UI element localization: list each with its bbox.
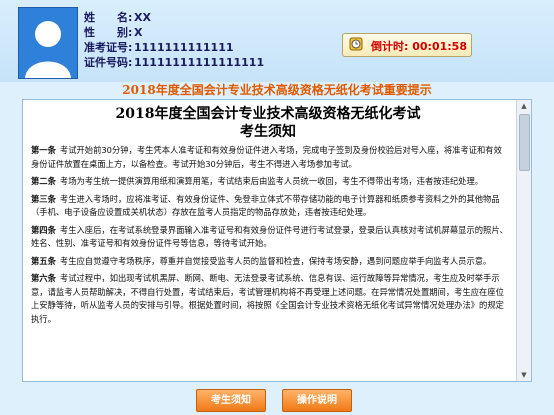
id-value: 11111111111111111 xyxy=(134,56,265,69)
candidate-info: 姓 名: XX 性 别: X 准考证号: 1111111111111 证件号码: 111… xyxy=(84,10,264,70)
name-label: 姓 名: xyxy=(84,11,133,24)
article-2: 第二条 考场为考生统一提供演算用纸和演算用笔，考试结束后由监考人员统一收回，考生不… xyxy=(31,175,509,189)
name-row: 姓 名: XX xyxy=(84,10,264,25)
id-row: 证件号码: 11111111111111111 xyxy=(84,55,264,70)
id-label: 证件号码: xyxy=(84,56,133,69)
exam-no-row: 准考证号: 1111111111111 xyxy=(84,40,264,55)
exam-no-label: 准考证号: xyxy=(84,41,133,54)
article-text: 考生进入考场时，应将准考证、有效身份证件、免登非立体式不带存储功能的电子计算器和… xyxy=(31,193,500,218)
gender-value: X xyxy=(134,26,143,39)
clock-icon xyxy=(349,37,363,51)
exam-no-value: 1111111111111 xyxy=(134,41,234,54)
gender-row: 性 别: X xyxy=(84,25,264,40)
timer-value: 00:01:58 xyxy=(412,40,467,53)
article-3: 第三条 考生进入考场时，应将准考证、有效身份证件、免登非立体式不带存储功能的电子计… xyxy=(31,193,509,220)
article-1: 第一条 考试开始前30分钟，考生凭本人准考证和有效身份证件进入考场，完成电子签到及… xyxy=(31,144,509,171)
article-4: 第四条 考生入座后，在考试系统登录界面输入准考证号和有效身份证件号进行考试登录，登… xyxy=(31,224,509,251)
article-label: 第四条 xyxy=(31,224,56,235)
candidate-photo xyxy=(18,7,78,79)
important-notice-banner: 2018年度全国会计专业技术高级资格无纸化考试重要提示 xyxy=(122,83,432,97)
gender-label: 性 别: xyxy=(84,26,133,39)
name-value: XX xyxy=(134,11,151,24)
article-label: 第六条 xyxy=(31,273,56,283)
timer-label: 倒计时: xyxy=(371,40,409,53)
article-text: 考试过程中，如出现考试机黑屏、断网、断电、无法登录考试系统、信息有误、运行故障等… xyxy=(31,273,504,324)
candidate-notice-button[interactable]: 考生须知 xyxy=(196,389,266,412)
countdown-timer: 倒计时: 00:01:58 xyxy=(342,33,472,57)
document-title: 2018年度全国会计专业技术高级资格无纸化考试 xyxy=(115,106,421,122)
article-text: 考场为考生统一提供演算用纸和演算用笔，考试结束后由监考人员统一收回，考生不得带出… xyxy=(59,176,484,186)
operation-instructions-button[interactable]: 操作说明 xyxy=(282,389,352,412)
article-label: 第三条 xyxy=(31,193,56,204)
scrollbar-thumb[interactable] xyxy=(519,114,530,171)
article-label: 第五条 xyxy=(31,255,56,266)
article-5: 第五条 考生应自觉遵守考场秩序，尊重并自觉接受监考人员的监督和检查，保持考场安静，… xyxy=(31,255,509,269)
avatar-silhouette-icon xyxy=(25,21,71,78)
article-text: 考生入座后，在考试系统登录界面输入准考证号和有效身份证件号进行考试登录，登录后认… xyxy=(31,224,508,249)
article-text: 考试开始前30分钟，考生凭本人准考证和有效身份证件进入考场，完成电子签到及身份校… xyxy=(31,145,502,169)
scroll-up-icon[interactable]: ▲ xyxy=(517,100,531,112)
vertical-scrollbar[interactable]: ▲ ▼ xyxy=(516,100,531,381)
article-text: 考生应自觉遵守考场秩序，尊重并自觉接受监考人员的监督和检查，保持考场安静，遇到问… xyxy=(59,255,492,266)
article-6: 第六条 考试过程中，如出现考试机黑屏、断网、断电、无法登录考试系统、信息有误、运行… xyxy=(31,272,509,326)
article-label: 第一条 xyxy=(31,145,56,155)
article-label: 第二条 xyxy=(31,176,56,186)
document-content: 第一条 考试开始前30分钟，考生凭本人准考证和有效身份证件进入考场，完成电子签到及… xyxy=(31,144,509,330)
timer-text: 倒计时: 00:01:58 xyxy=(371,38,467,54)
header-bar: 姓 名: XX 性 别: X 准考证号: 1111111111111 证件号码: 111… xyxy=(0,0,554,82)
document-subtitle: 考生须知 xyxy=(240,124,296,140)
notice-panel: 2018年度全国会计专业技术高级资格无纸化考试 考生须知 第一条 考试开始前30分… xyxy=(22,99,532,382)
scroll-down-icon[interactable]: ▼ xyxy=(517,369,531,381)
